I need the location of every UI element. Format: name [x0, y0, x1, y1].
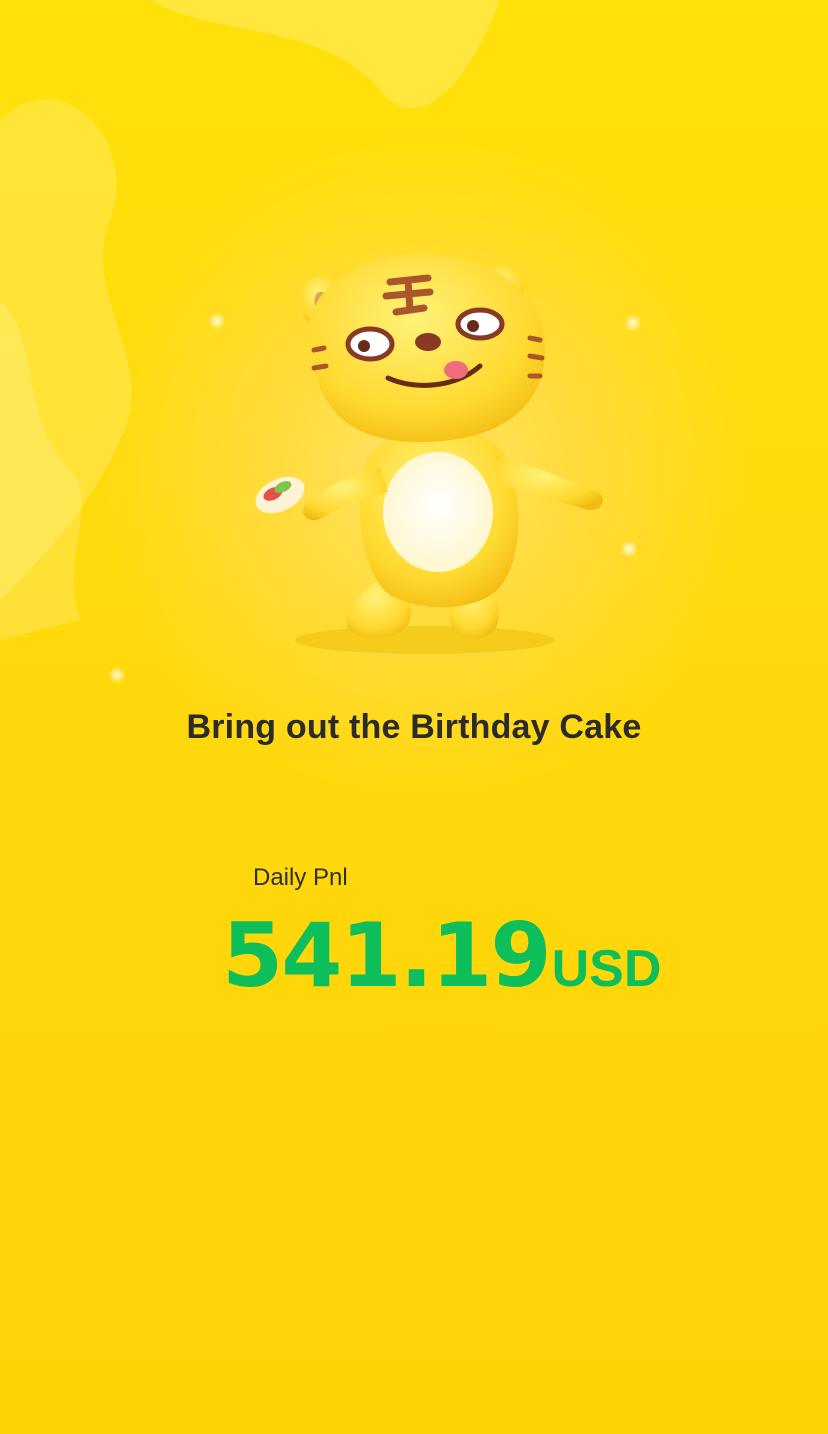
sparkle-decoration — [108, 666, 126, 684]
daily-pnl-label: Daily Pnl — [253, 864, 348, 891]
sparkle-decoration — [620, 540, 638, 558]
achievement-headline: Bring out the Birthday Cake — [186, 708, 642, 746]
tiger-mascot-illustration — [255, 253, 603, 654]
pnl-currency: USD — [551, 940, 662, 998]
sparkle-decoration — [208, 312, 226, 330]
pnl-amount: 541.19 — [222, 904, 552, 1007]
daily-pnl-value: 541.19USD — [222, 904, 661, 1007]
sparkle-decoration — [624, 314, 642, 332]
share-card-screen: Bring out the Birthday Cake Daily Pnl 54… — [0, 0, 828, 1434]
